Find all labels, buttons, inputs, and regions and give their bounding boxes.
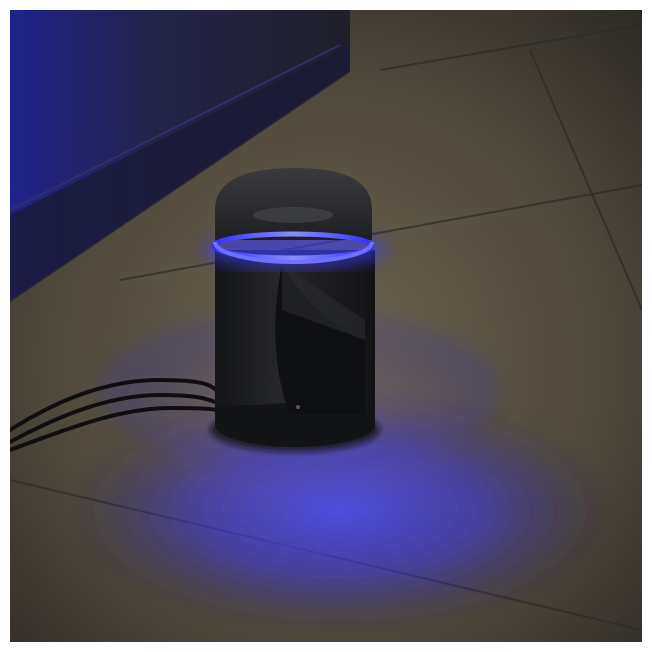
bollard-light [203, 168, 387, 447]
bollard-light-scene [10, 10, 642, 642]
cap-highlight [253, 207, 333, 223]
bollard-cap [215, 168, 372, 240]
image-frame [0, 0, 652, 652]
photo [10, 10, 642, 642]
bollard-screw [296, 405, 300, 409]
